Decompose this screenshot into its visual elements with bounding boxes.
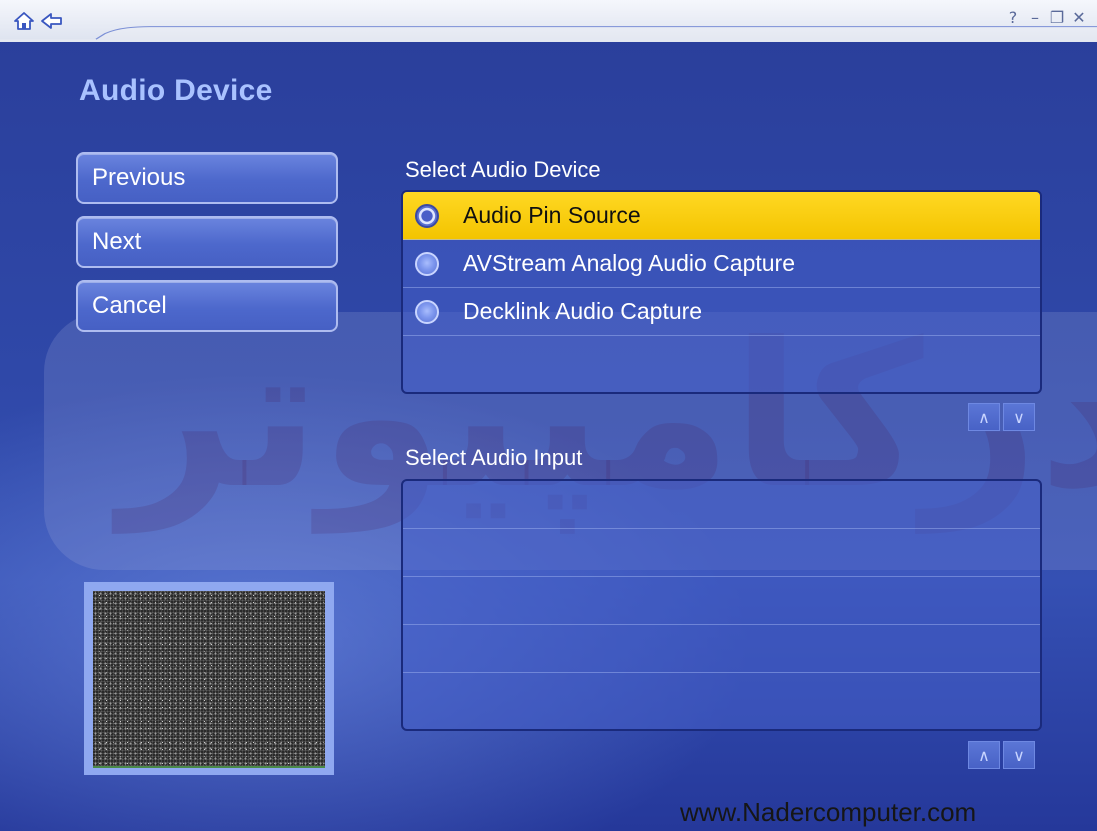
audio-device-option[interactable]: Decklink Audio Capture (403, 288, 1040, 336)
audio-input-list (401, 479, 1042, 731)
scroll-up-button[interactable]: ∧ (968, 403, 1000, 431)
audio-device-option-label: Audio Pin Source (463, 202, 641, 228)
back-button[interactable] (40, 10, 64, 32)
scroll-down-button[interactable]: ∨ (1003, 741, 1035, 769)
home-icon (14, 12, 34, 30)
audio-device-option[interactable]: Audio Pin Source (403, 192, 1040, 240)
previous-button[interactable]: Previous (76, 152, 338, 204)
restore-button[interactable]: ❐ (1049, 8, 1065, 27)
audio-device-label: Select Audio Device (405, 157, 601, 182)
audio-device-option-label: Decklink Audio Capture (463, 298, 703, 324)
cancel-button[interactable]: Cancel (76, 280, 338, 332)
audio-device-scroll: ∧ ∨ (968, 403, 1035, 431)
audio-input-scroll: ∧ ∨ (968, 741, 1035, 769)
empty-list-row (403, 481, 1040, 529)
title-bar (0, 0, 1097, 42)
back-arrow-icon (41, 13, 62, 29)
radio-icon (415, 300, 439, 324)
audio-device-option[interactable]: AVStream Analog Audio Capture (403, 240, 1040, 288)
scroll-up-button[interactable]: ∧ (968, 741, 1000, 769)
close-button[interactable]: ✕ (1071, 8, 1087, 27)
radio-icon (415, 252, 439, 276)
media-center-stage: نادرکامپیوتر ? – ❐ ✕ Audio Device Previo… (0, 0, 1097, 831)
page-title: Audio Device (79, 74, 273, 107)
preview-noise (93, 591, 325, 768)
empty-list-row (403, 529, 1040, 577)
scroll-down-button[interactable]: ∨ (1003, 403, 1035, 431)
minimize-button[interactable]: – (1027, 8, 1043, 27)
empty-list-row (403, 625, 1040, 673)
video-preview (84, 582, 334, 775)
home-button[interactable] (12, 10, 36, 32)
audio-input-label: Select Audio Input (405, 445, 583, 470)
next-button[interactable]: Next (76, 216, 338, 268)
empty-list-row (403, 577, 1040, 625)
radio-selected-icon (415, 204, 439, 228)
window-controls: ? – ❐ ✕ (1005, 8, 1087, 27)
audio-device-option-label: AVStream Analog Audio Capture (463, 250, 796, 276)
audio-device-list: Audio Pin Source AVStream Analog Audio C… (401, 190, 1042, 394)
empty-list-row (403, 673, 1040, 721)
footer-url: www.Nadercomputer.com (680, 797, 977, 827)
help-button[interactable]: ? (1005, 8, 1021, 27)
empty-list-row (403, 336, 1040, 384)
